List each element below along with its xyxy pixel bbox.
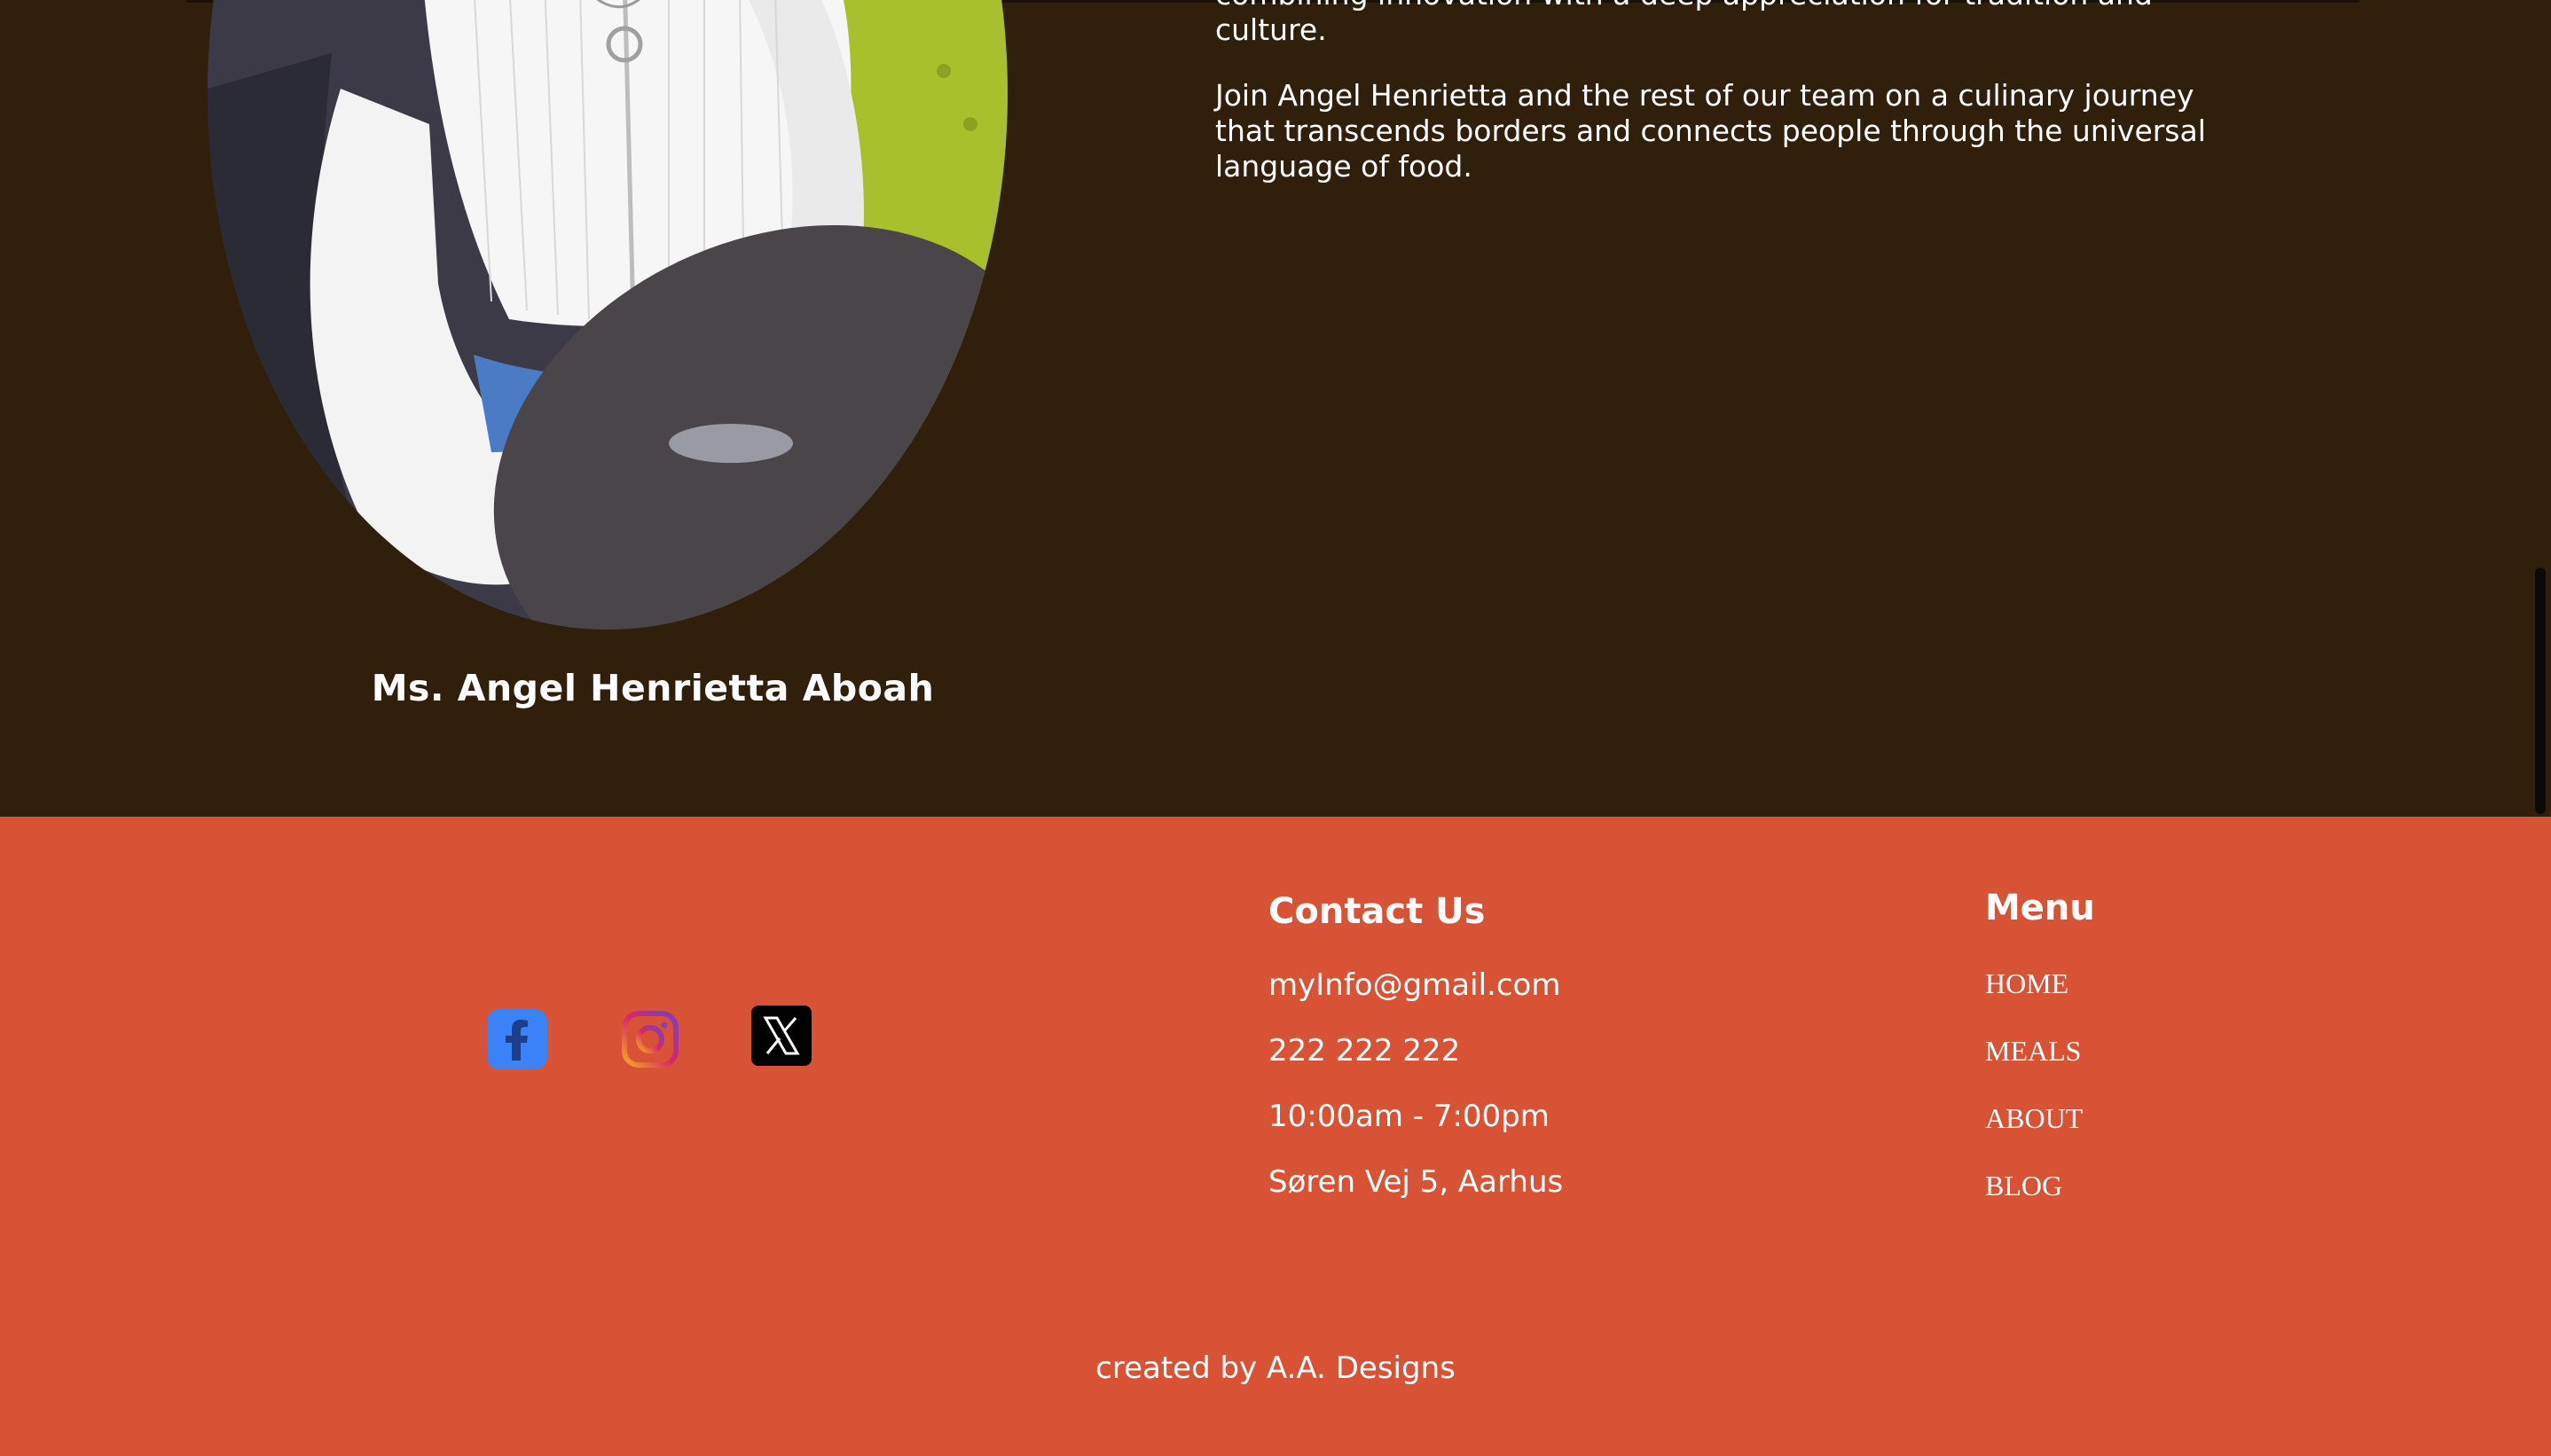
- page-scrollbar-thumb[interactable]: [2535, 568, 2546, 814]
- person-name: Ms. Angel Henrietta Aboah: [371, 667, 935, 709]
- menu-heading: Menu: [1985, 888, 2095, 928]
- contact-phone[interactable]: 222 222 222: [1268, 1033, 1460, 1069]
- menu-link-blog[interactable]: BLOG: [1985, 1170, 2062, 1202]
- opening-hours: 10:00am - 7:00pm: [1268, 1099, 1550, 1134]
- footer-credit: created by A.A. Designs: [1095, 1350, 1456, 1386]
- facebook-icon[interactable]: [486, 1008, 548, 1070]
- menu-link-about[interactable]: ABOUT: [1985, 1102, 2083, 1135]
- menu-link-meals[interactable]: MEALS: [1985, 1035, 2081, 1068]
- chef-portrait-image: [208, 0, 1008, 630]
- contact-email[interactable]: myInfo@gmail.com: [1268, 967, 1560, 1003]
- about-section: Ms. Angel Henrietta Aboah combining inno…: [0, 0, 2551, 817]
- bio-text: combining innovation with a deep appreci…: [1215, 0, 2262, 215]
- instagram-icon[interactable]: [619, 1008, 681, 1070]
- site-footer: Contact Us myInfo@gmail.com 222 222 222 …: [0, 817, 2551, 1456]
- bio-paragraph: combining innovation with a deep appreci…: [1215, 0, 2153, 47]
- contact-heading: Contact Us: [1268, 891, 1486, 932]
- x-icon[interactable]: [750, 1005, 812, 1067]
- bio-paragraph: Join Angel Henrietta and the rest of our…: [1215, 78, 2206, 184]
- menu-link-home[interactable]: HOME: [1985, 967, 2068, 1000]
- contact-address: Søren Vej 5, Aarhus: [1268, 1164, 1564, 1200]
